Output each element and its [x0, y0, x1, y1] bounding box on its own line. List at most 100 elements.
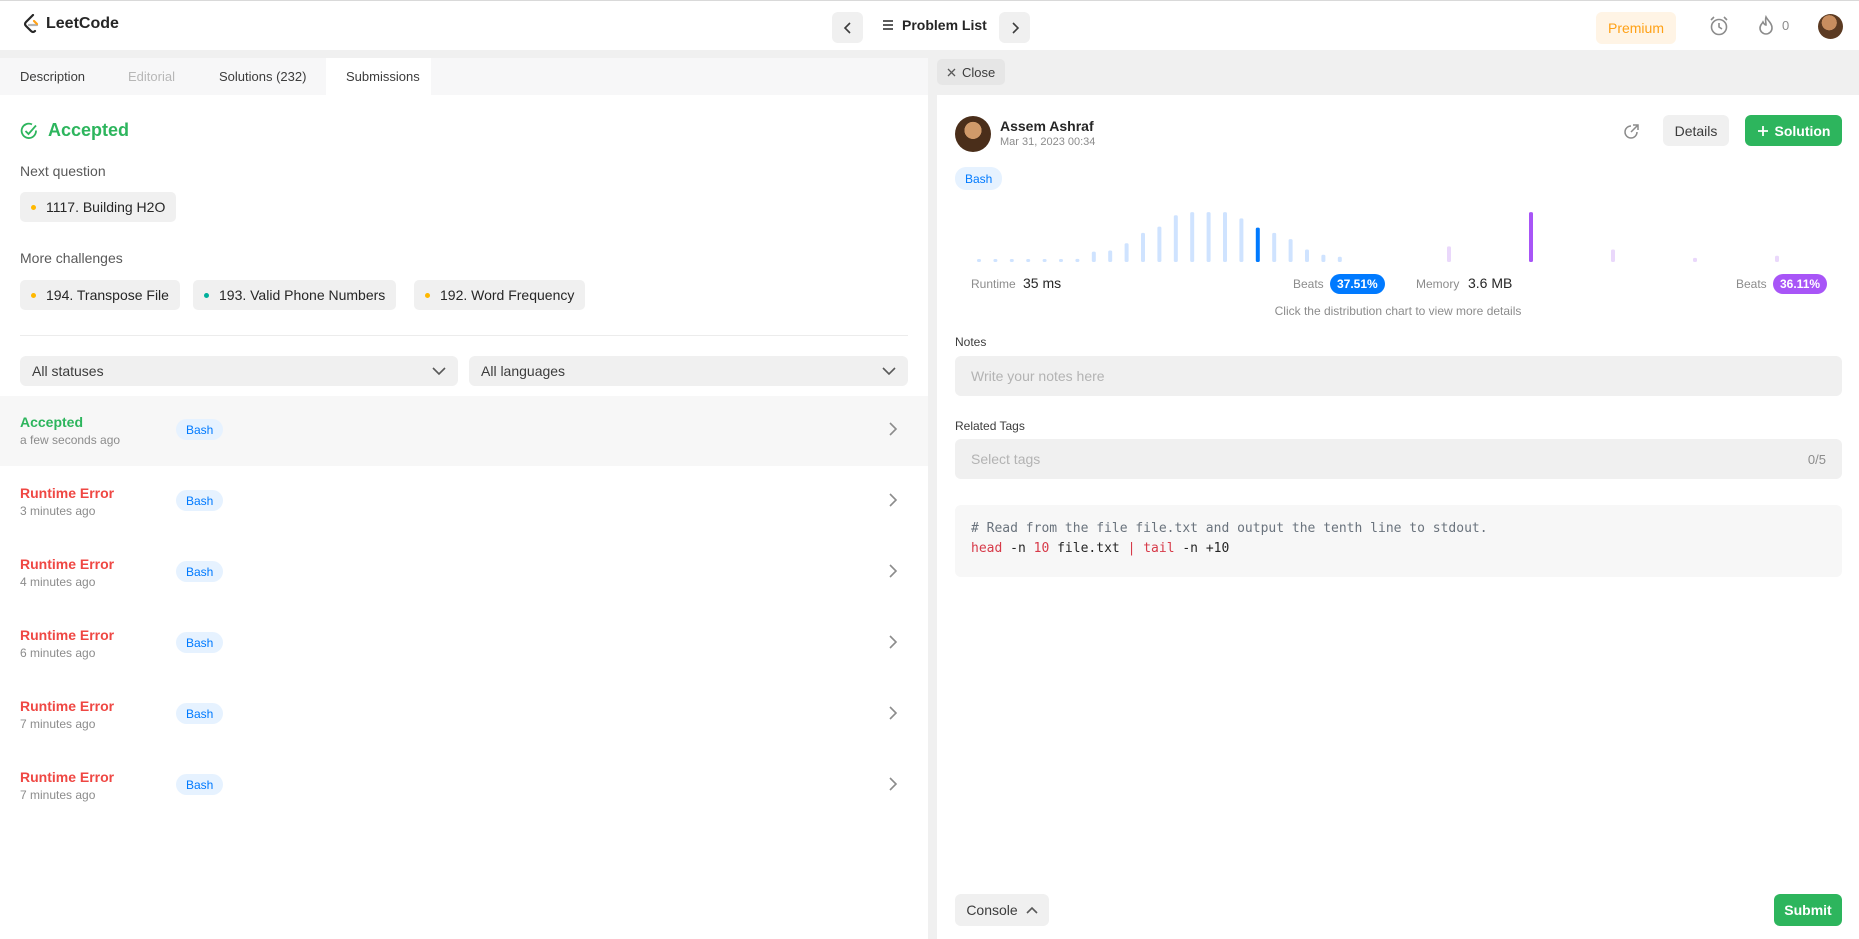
right-panel: Close Assem Ashraf Mar 31, 2023 00:34 De… [937, 58, 1859, 939]
submission-row[interactable]: Runtime Error 4 minutes ago Bash [0, 538, 928, 608]
submission-row[interactable]: Runtime Error 3 minutes ago Bash [0, 467, 928, 537]
distribution-bar[interactable] [1009, 259, 1014, 262]
distribution-bar[interactable] [1305, 249, 1309, 262]
distribution-bar[interactable] [1337, 256, 1342, 262]
language-badge: Bash [176, 774, 224, 795]
alarm-clock-icon[interactable] [1708, 15, 1730, 37]
difficulty-dot [204, 292, 209, 298]
submit-button[interactable]: Submit [1774, 894, 1842, 926]
challenge-chip[interactable]: 192. Word Frequency [414, 280, 586, 310]
prev-problem-button[interactable] [832, 12, 863, 43]
distribution-bar[interactable] [1693, 257, 1697, 262]
submission-time: 4 minutes ago [20, 575, 96, 589]
code-viewer[interactable]: # Read from the file file.txt and output… [955, 505, 1842, 577]
status-filter-select[interactable]: All statuses [20, 356, 458, 386]
difficulty-dot [31, 204, 36, 210]
next-question-label: Next question [20, 163, 106, 179]
submission-row[interactable]: Runtime Error 7 minutes ago Bash [0, 680, 928, 750]
premium-button[interactable]: Premium [1596, 12, 1676, 44]
user-name[interactable]: Assem Ashraf [1000, 118, 1094, 134]
logo[interactable]: LeetCode [22, 14, 119, 34]
user-avatar[interactable] [955, 116, 991, 152]
distribution-bar[interactable] [1272, 232, 1277, 262]
language-badge: Bash [176, 419, 224, 440]
tab-submissions[interactable]: Submissions [346, 69, 420, 84]
left-panel: Description Editorial Solutions (232) Su… [0, 58, 928, 939]
tab-editorial[interactable]: Editorial [128, 69, 175, 84]
distribution-bar[interactable] [993, 259, 998, 262]
distribution-bar[interactable] [1206, 212, 1211, 262]
language-badge: Bash [955, 167, 1003, 190]
distribution-bar[interactable] [1321, 254, 1326, 262]
chevron-left-icon [843, 21, 851, 34]
distribution-bar[interactable] [1190, 212, 1195, 262]
distribution-bar[interactable] [1529, 212, 1533, 262]
distribution-chart[interactable] [955, 200, 1842, 270]
distribution-bar[interactable] [1124, 243, 1129, 262]
submission-time: 7 minutes ago [20, 788, 96, 802]
chevron-right-icon [889, 635, 898, 649]
language-filter-select[interactable]: All languages [469, 356, 908, 386]
problem-list-label: Problem List [902, 17, 987, 33]
tab-solutions[interactable]: Solutions (232) [219, 69, 306, 84]
submission-time: a few seconds ago [20, 433, 121, 447]
runtime-beats-badge: 37.51% [1330, 274, 1385, 294]
related-tags-label: Related Tags [955, 419, 1025, 433]
memory-value: 3.6 MB [1468, 275, 1513, 291]
tags-placeholder: Select tags [971, 451, 1041, 467]
notes-input[interactable]: Write your notes here [955, 356, 1842, 396]
console-toggle-button[interactable]: Console [955, 894, 1049, 926]
memory-beats-badge: 36.11% [1773, 274, 1828, 294]
distribution-bar[interactable] [1091, 251, 1096, 262]
challenge-chip[interactable]: 194. Transpose File [20, 280, 180, 310]
next-question-title: 1117. Building H2O [46, 199, 166, 215]
runtime-label: Runtime [971, 277, 1016, 291]
distribution-bar[interactable] [1075, 258, 1080, 262]
distribution-bar[interactable] [1026, 259, 1031, 262]
tags-select[interactable]: Select tags 0/5 [955, 439, 1842, 479]
submission-status: Runtime Error [20, 627, 115, 643]
fire-streak-icon[interactable] [1756, 15, 1776, 37]
distribution-bar[interactable] [1042, 259, 1047, 262]
language-filter-value: All languages [481, 363, 566, 379]
chevron-right-icon [889, 422, 898, 436]
distribution-bar[interactable] [1611, 249, 1615, 262]
details-button[interactable]: Details [1663, 115, 1729, 146]
top-navbar: LeetCode Problem List Premium 0 [0, 0, 1859, 50]
distribution-bar[interactable] [1157, 226, 1162, 262]
distribution-bar[interactable] [1775, 255, 1779, 262]
challenge-chip[interactable]: 193. Valid Phone Numbers [193, 280, 397, 310]
close-button[interactable]: Close [937, 59, 1006, 85]
submission-row[interactable]: Accepted a few seconds ago Bash [0, 396, 928, 466]
distribution-bar[interactable] [1059, 259, 1063, 262]
memory-label: Memory [1416, 277, 1460, 291]
submission-row[interactable]: Runtime Error 7 minutes ago Bash [0, 751, 928, 821]
avatar[interactable] [1818, 14, 1843, 39]
close-label: Close [962, 64, 996, 80]
distribution-bar[interactable] [1255, 227, 1260, 262]
distribution-bar[interactable] [1108, 250, 1113, 262]
distribution-bar[interactable] [977, 259, 981, 262]
runtime-distribution-bars [977, 212, 1342, 262]
share-icon[interactable] [1622, 123, 1640, 141]
distribution-bar[interactable] [1223, 212, 1227, 262]
distribution-bar[interactable] [1447, 246, 1451, 262]
code-line: # Read from the file file.txt and output… [971, 521, 1488, 536]
next-problem-button[interactable] [999, 12, 1030, 43]
submission-status: Accepted [20, 414, 84, 430]
chevron-up-icon [1026, 906, 1038, 914]
submission-row[interactable]: Runtime Error 6 minutes ago Bash [0, 609, 928, 679]
tab-description[interactable]: Description [20, 69, 85, 84]
problem-list-button[interactable]: Problem List [882, 17, 987, 33]
memory-beats-label: Beats [1736, 277, 1767, 291]
distribution-bar[interactable] [1288, 239, 1293, 262]
distribution-bar[interactable] [1173, 215, 1178, 262]
distribution-bar[interactable] [1141, 232, 1145, 262]
tab-bar: Description Editorial Solutions (232) Su… [0, 58, 928, 95]
post-solution-button[interactable]: Solution [1745, 115, 1842, 146]
distribution-bar[interactable] [1239, 218, 1244, 262]
submission-time: 6 minutes ago [20, 646, 96, 660]
next-question-chip[interactable]: 1117. Building H2O [20, 192, 177, 222]
notes-label: Notes [955, 335, 987, 349]
language-badge: Bash [176, 561, 224, 582]
